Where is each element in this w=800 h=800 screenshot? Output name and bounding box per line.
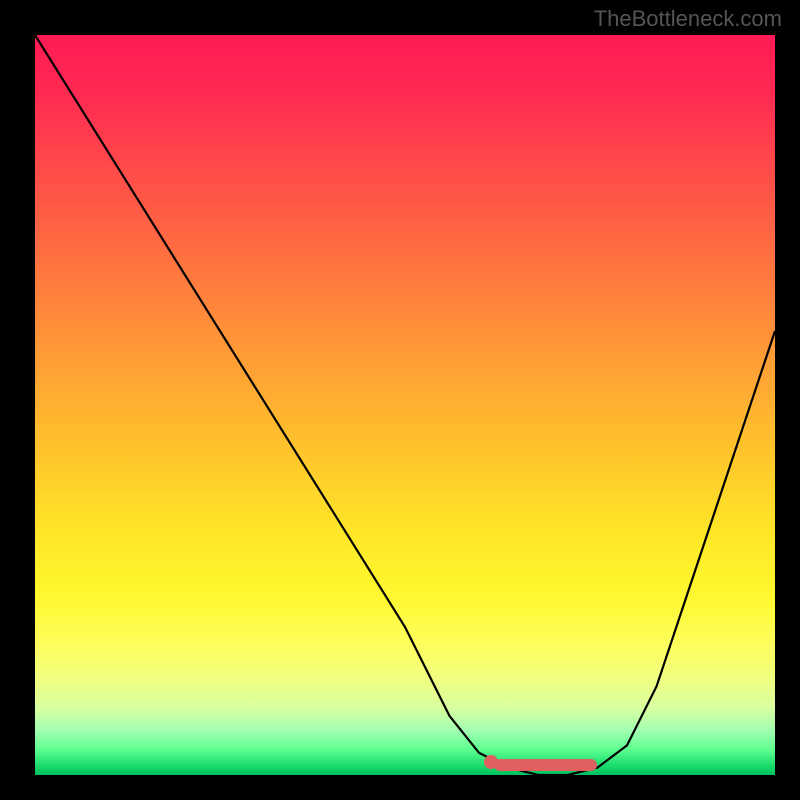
bottleneck-curve	[35, 35, 775, 775]
watermark-text: TheBottleneck.com	[594, 6, 782, 32]
plot-area	[35, 35, 775, 775]
optimal-range-marker	[494, 759, 598, 771]
